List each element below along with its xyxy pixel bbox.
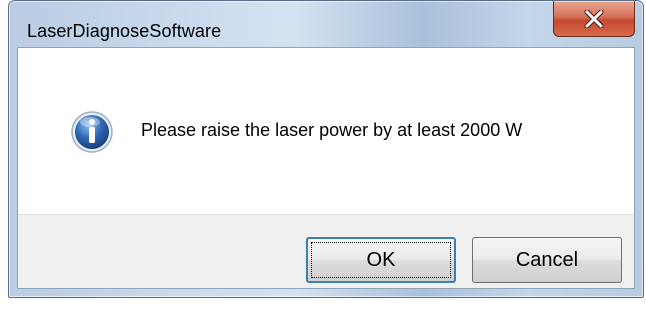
information-icon	[70, 110, 114, 154]
ok-button[interactable]: OK	[306, 237, 456, 283]
dialog-message: Please raise the laser power by at least…	[141, 120, 523, 140]
close-x-icon	[584, 9, 604, 28]
window-title: LaserDiagnoseSoftware	[27, 21, 222, 41]
ok-button-label: OK	[366, 248, 396, 271]
cancel-button-label: Cancel	[515, 248, 579, 271]
message-dialog-window: LaserDiagnoseSoftware Please raise the l…	[8, 0, 644, 298]
dialog-client-area: Please raise the laser power by at least…	[17, 47, 635, 289]
title-bar[interactable]: LaserDiagnoseSoftware	[9, 1, 643, 49]
button-bar: OK Cancel	[18, 214, 634, 288]
cancel-button[interactable]: Cancel	[472, 237, 622, 283]
close-button[interactable]	[553, 1, 635, 37]
message-area: Please raise the laser power by at least…	[18, 48, 634, 214]
